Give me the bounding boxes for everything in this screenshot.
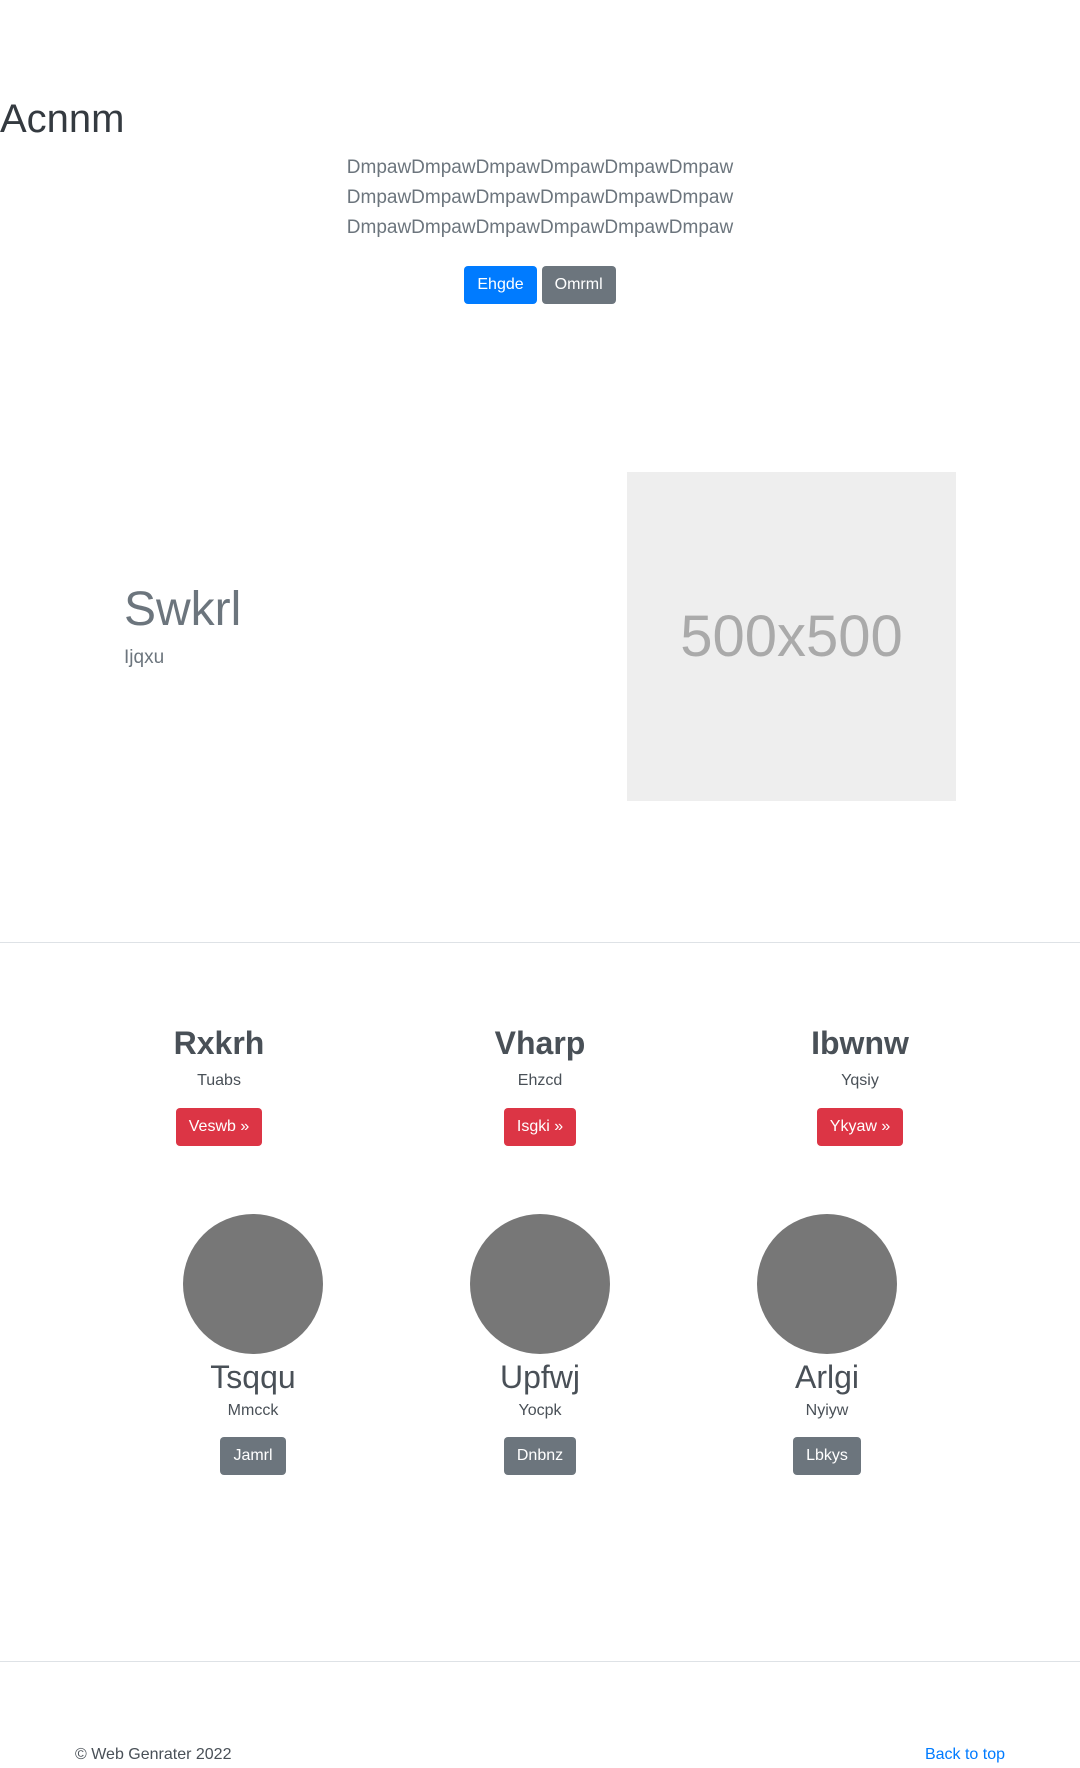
circle-column-title: Upfwj bbox=[499, 1359, 580, 1395]
footer-copyright: © Web Genrater 2022 bbox=[75, 1746, 232, 1763]
hero-title: Acnnm bbox=[0, 97, 125, 141]
hero-buttons: Ehgde Omrml bbox=[0, 266, 1080, 304]
circle-column-title: Arlgi bbox=[794, 1359, 859, 1395]
hero-primary-button[interactable]: Ehgde bbox=[464, 266, 537, 304]
circle-column-3: Arlgi Nyiyw Lbkys bbox=[702, 1214, 952, 1476]
circle-column-button[interactable]: Jamrl bbox=[220, 1437, 286, 1476]
circle-column-button[interactable]: Dnbnz bbox=[503, 1437, 577, 1476]
avatar bbox=[470, 1214, 610, 1354]
circle-column-text: Yocpk bbox=[518, 1402, 562, 1420]
column-text: Yqsiy bbox=[841, 1072, 879, 1090]
feature-text: Ijqxu bbox=[124, 647, 165, 668]
column-title: Vharp bbox=[494, 1025, 586, 1061]
column-text: Tuabs bbox=[197, 1072, 241, 1090]
column-title: Ibwnw bbox=[811, 1025, 909, 1061]
column-button[interactable]: Ykyaw » bbox=[816, 1108, 904, 1147]
column-button[interactable]: Isgki » bbox=[503, 1108, 577, 1147]
circle-column-text: Mmcck bbox=[227, 1402, 279, 1420]
circle-column-title: Tsqqu bbox=[210, 1359, 296, 1395]
placeholder-label: 500x500 bbox=[680, 604, 903, 669]
column-3: Ibwnw Yqsiy Ykyaw » bbox=[735, 1024, 985, 1147]
avatar bbox=[757, 1214, 897, 1354]
hero-lead: DmpawDmpawDmpawDmpawDmpawDmpawDmpawDmpaw… bbox=[346, 157, 734, 238]
circle-column-text: Nyiyw bbox=[805, 1402, 849, 1420]
column-title: Rxkrh bbox=[173, 1025, 265, 1061]
feature-heading: Swkrl bbox=[124, 583, 242, 636]
footer-divider bbox=[0, 1661, 1080, 1662]
section-divider bbox=[0, 942, 1080, 943]
placeholder-image: 500x500 bbox=[627, 472, 956, 801]
circle-column-1: Tsqqu Mmcck Jamrl bbox=[128, 1214, 378, 1476]
page: Acnnm DmpawDmpawDmpawDmpawDmpawDmpawDmpa… bbox=[0, 0, 1080, 1768]
column-2: Vharp Ehzcd Isgki » bbox=[415, 1024, 665, 1147]
column-button[interactable]: Veswb » bbox=[175, 1108, 263, 1147]
column-text: Ehzcd bbox=[517, 1072, 563, 1090]
circle-column-button[interactable]: Lbkys bbox=[793, 1437, 861, 1476]
avatar bbox=[183, 1214, 323, 1354]
hero-secondary-button[interactable]: Omrml bbox=[541, 266, 616, 304]
back-to-top-link[interactable]: Back to top bbox=[925, 1746, 1005, 1764]
column-1: Rxkrh Tuabs Veswb » bbox=[94, 1024, 344, 1147]
circle-column-2: Upfwj Yocpk Dnbnz bbox=[415, 1214, 665, 1476]
